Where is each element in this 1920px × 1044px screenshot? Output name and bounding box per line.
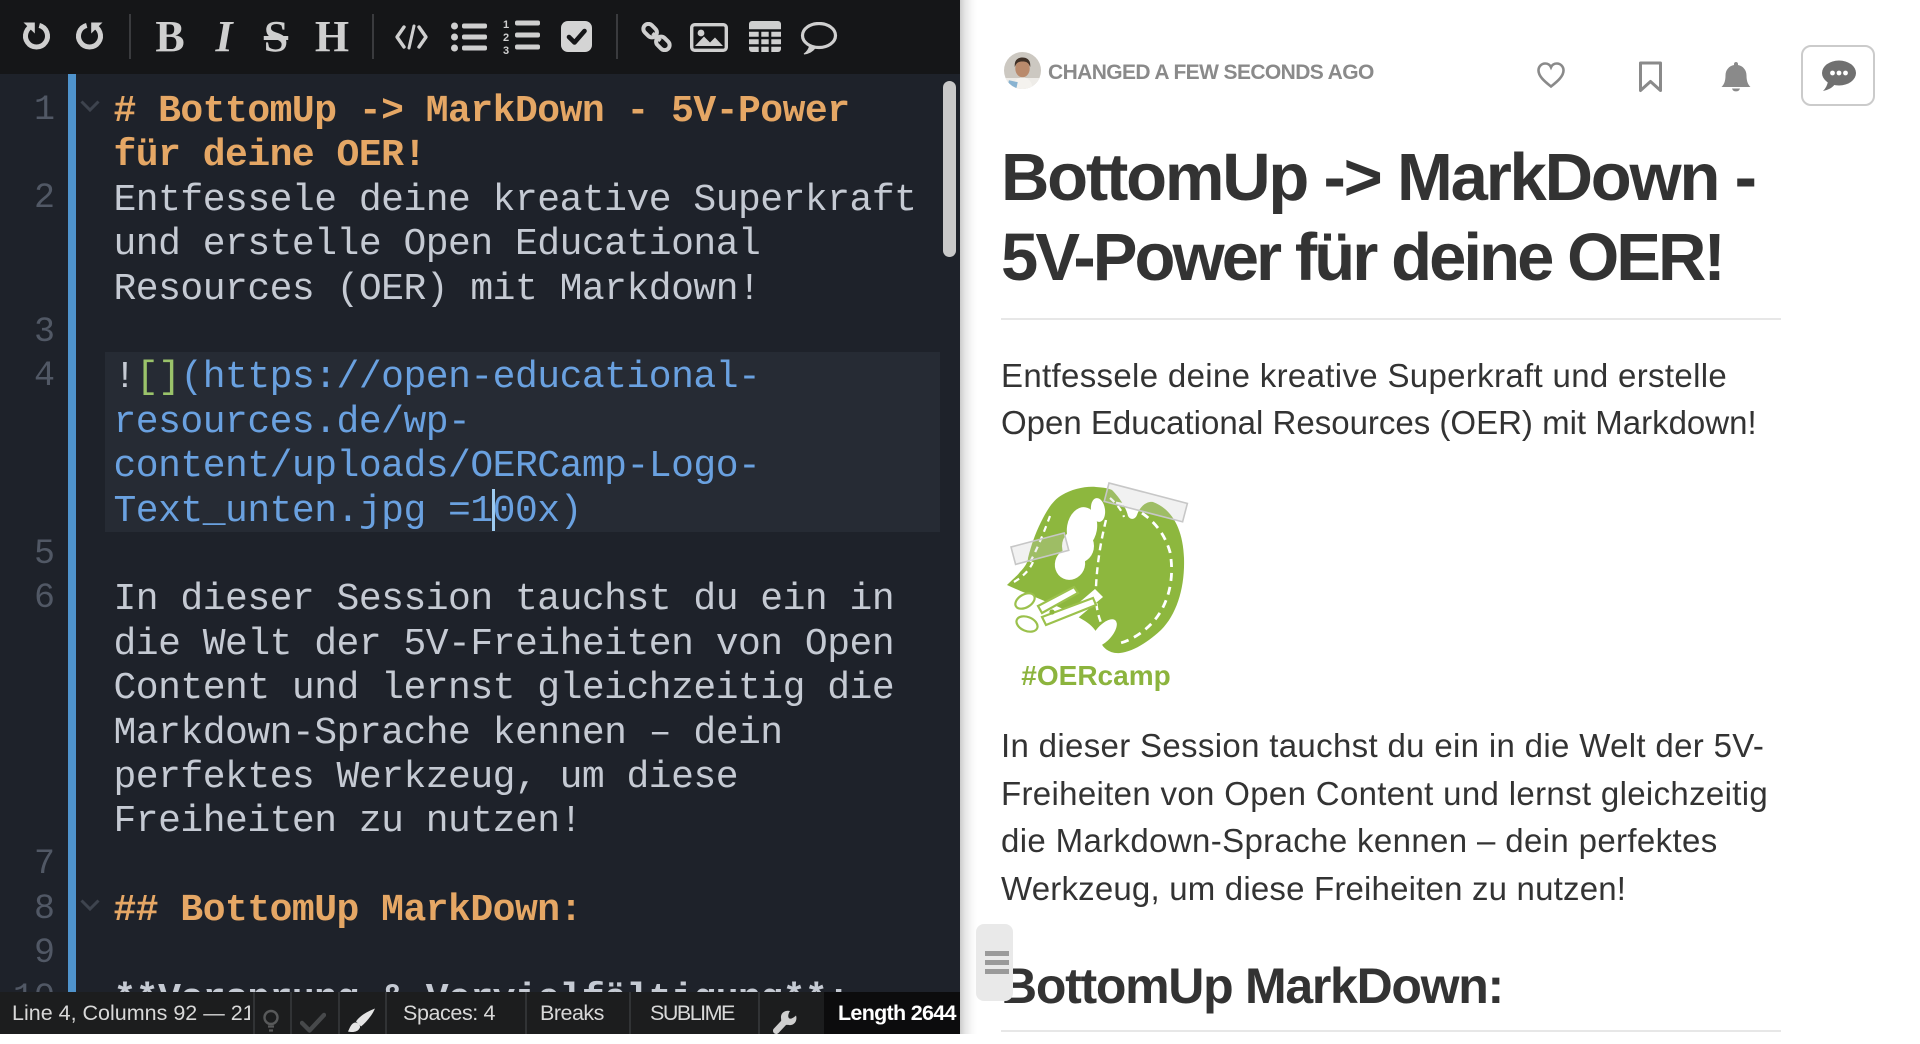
svg-text:1: 1	[503, 19, 509, 31]
svg-text:2: 2	[503, 32, 509, 44]
svg-text:3: 3	[503, 45, 509, 54]
svg-text:#OERcamp: #OERcamp	[1021, 660, 1170, 691]
